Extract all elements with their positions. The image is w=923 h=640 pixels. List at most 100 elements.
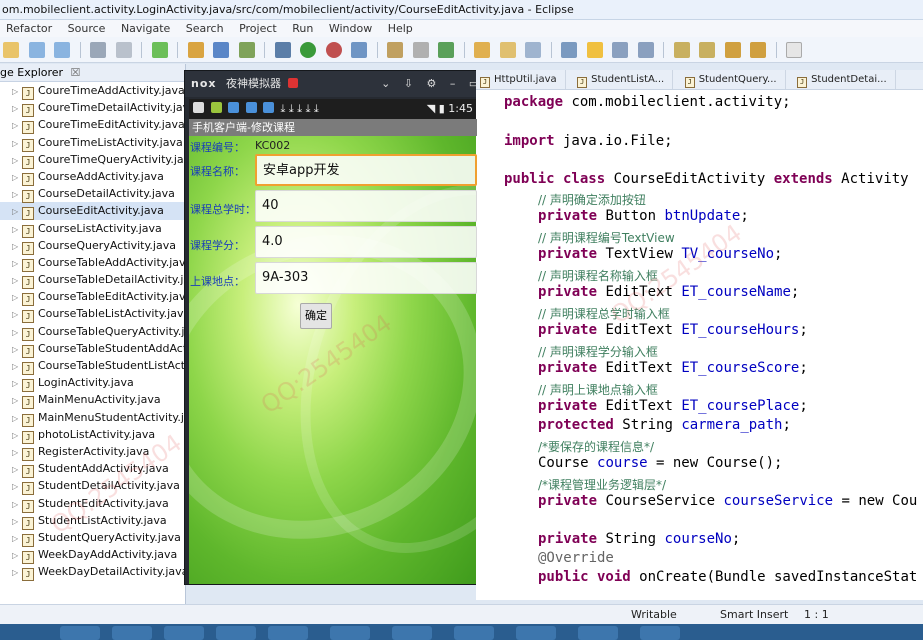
taskbar-button[interactable] <box>216 626 256 640</box>
expand-icon[interactable]: ▷ <box>12 410 22 427</box>
expand-icon[interactable]: ▷ <box>12 496 22 513</box>
run-icon[interactable] <box>300 42 316 58</box>
taskbar-button[interactable] <box>640 626 680 640</box>
highlight-icon[interactable] <box>586 42 603 58</box>
tab-studentquery[interactable]: J StudentQuery... <box>677 70 786 89</box>
new-package-icon[interactable] <box>387 42 403 58</box>
file-item[interactable]: ▷ J CoureTimeDetailActivity.java <box>0 99 185 118</box>
file-item[interactable]: ▷ J StudentEditActivity.java <box>0 495 185 513</box>
expand-icon[interactable]: ▷ <box>12 117 22 134</box>
menu-source[interactable]: Source <box>62 20 112 37</box>
print-icon[interactable] <box>90 42 106 58</box>
android-sdk-icon[interactable] <box>213 42 229 58</box>
code-editor[interactable]: package com.mobileclient.activity; impor… <box>476 90 923 600</box>
taskbar-button[interactable] <box>268 626 308 640</box>
tab-studentdetail[interactable]: J StudentDetai... <box>789 70 896 89</box>
tab-httputil[interactable]: J HttpUtil.java <box>476 70 566 89</box>
open-task-icon[interactable] <box>499 42 516 58</box>
chevron-down-icon[interactable]: ⌄ <box>381 71 390 97</box>
check-icon[interactable] <box>151 42 168 58</box>
file-item[interactable]: ▷J MainMenuStudentActivity.java <box>0 409 185 427</box>
expand-icon[interactable]: ▷ <box>12 530 22 547</box>
expand-icon[interactable]: ▷ <box>12 513 22 530</box>
search-icon[interactable] <box>525 42 541 58</box>
expand-icon[interactable]: ▷ <box>12 186 22 203</box>
expand-icon[interactable]: ▷ <box>12 564 22 581</box>
pin-icon[interactable]: ⇩ <box>404 71 413 97</box>
expand-icon[interactable]: ▷ <box>12 341 22 358</box>
expand-icon[interactable]: ▷ <box>12 221 22 238</box>
expand-icon[interactable]: ▷ <box>12 238 22 255</box>
menu-project[interactable]: Project <box>233 20 283 37</box>
file-item[interactable]: ▷ JphotoListActivity.java <box>0 426 185 444</box>
expand-icon[interactable]: ▷ <box>12 375 22 392</box>
show-whitespace-icon[interactable] <box>612 42 628 58</box>
save-icon[interactable] <box>28 42 45 58</box>
file-item[interactable]: ▷ J WeekDayDetailActivity.java <box>0 563 185 582</box>
expand-icon[interactable]: ▷ <box>12 255 22 272</box>
block-select-icon[interactable] <box>637 42 654 58</box>
taskbar-button[interactable] <box>112 626 152 640</box>
file-item[interactable]: ▷ J CourseQueryActivity.java <box>0 237 185 255</box>
file-item[interactable]: ▷ J CourseTableStudentListActivi <box>0 357 185 375</box>
course-place-input[interactable]: 9A-303 <box>255 262 477 294</box>
external-tools-icon[interactable] <box>325 42 342 58</box>
forward-icon[interactable] <box>750 42 766 58</box>
new-interface-icon[interactable] <box>438 42 454 58</box>
menu-navigate[interactable]: Navigate <box>115 20 176 37</box>
package-explorer-tab[interactable]: ge Explorer ☒ <box>0 64 185 82</box>
expand-icon[interactable]: ▷ <box>12 358 22 375</box>
expand-icon[interactable]: ▷ <box>12 444 22 461</box>
file-item[interactable]: ▷ J StudentListActivity.java <box>0 512 185 530</box>
expand-icon[interactable]: ▷ <box>12 169 22 186</box>
file-item[interactable]: ▷ J CourseTableAddActivity.java <box>0 254 185 272</box>
file-item[interactable]: ▷ J StudentDetailActivity.java <box>0 477 185 496</box>
back-icon[interactable] <box>724 42 741 58</box>
open-type-icon[interactable] <box>474 42 490 58</box>
expand-icon[interactable]: ▷ <box>12 203 22 220</box>
taskbar-button[interactable] <box>330 626 370 640</box>
file-item[interactable]: ▷ J LoginActivity.java <box>0 374 185 393</box>
coverage-icon[interactable] <box>351 42 367 58</box>
file-item[interactable]: ▷J CourseTableDetailActivity.java <box>0 271 185 290</box>
course-hours-input[interactable]: 40 <box>255 190 477 222</box>
gear-icon[interactable]: ⚙ <box>427 71 437 97</box>
menu-search[interactable]: Search <box>180 20 230 37</box>
expand-icon[interactable]: ▷ <box>12 272 22 289</box>
file-item[interactable]: ▷ J CoureTimeListActivity.java <box>0 134 185 152</box>
file-item[interactable]: ▷ J CourseEditActivity.java <box>0 202 185 221</box>
save-all-icon[interactable] <box>54 42 70 58</box>
expand-icon[interactable]: ▷ <box>12 152 22 169</box>
file-item[interactable]: ▷ J StudentQueryActivity.java <box>0 529 185 547</box>
new-icon[interactable] <box>3 42 19 58</box>
file-item[interactable]: ▷ J StudentAddActivity.java <box>0 460 185 479</box>
expand-icon[interactable]: ▷ <box>12 461 22 478</box>
file-item[interactable]: ▷ J CourseTableListActivity.java <box>0 305 185 324</box>
course-name-input[interactable]: 安卓app开发 <box>255 154 477 186</box>
taskbar-button[interactable] <box>164 626 204 640</box>
course-score-input[interactable]: 4.0 <box>255 226 477 258</box>
menu-window[interactable]: Window <box>323 20 378 37</box>
annotation-icon[interactable] <box>561 42 577 58</box>
expand-icon[interactable]: ▷ <box>12 392 22 409</box>
new-class-icon[interactable] <box>412 42 429 58</box>
taskbar-button[interactable] <box>516 626 556 640</box>
minimize-icon[interactable]: – <box>450 71 456 97</box>
close-icon[interactable]: ☒ <box>71 66 81 79</box>
file-item[interactable]: ▷ J CourseTableEditActivity.java <box>0 288 185 307</box>
taskbar-button[interactable] <box>578 626 618 640</box>
prev-annotation-icon[interactable] <box>699 42 715 58</box>
expand-icon[interactable]: ▷ <box>12 478 22 495</box>
file-item[interactable]: ▷ J CourseDetailActivity.java <box>0 185 185 204</box>
record-icon[interactable] <box>288 78 299 88</box>
file-item[interactable]: ▷ J CoureTimeQueryActivity.java <box>0 151 185 169</box>
expand-icon[interactable]: ▷ <box>12 547 22 564</box>
menu-refactor[interactable]: Refactor <box>0 20 58 37</box>
debug-icon[interactable] <box>274 42 291 58</box>
file-item[interactable]: ▷ J CourseAddActivity.java <box>0 168 185 186</box>
file-item[interactable]: ▷ J MainMenuActivity.java <box>0 391 185 410</box>
expand-icon[interactable]: ▷ <box>12 289 22 306</box>
expand-icon[interactable]: ▷ <box>12 427 22 444</box>
properties-icon[interactable] <box>115 42 132 58</box>
taskbar-button[interactable] <box>392 626 432 640</box>
